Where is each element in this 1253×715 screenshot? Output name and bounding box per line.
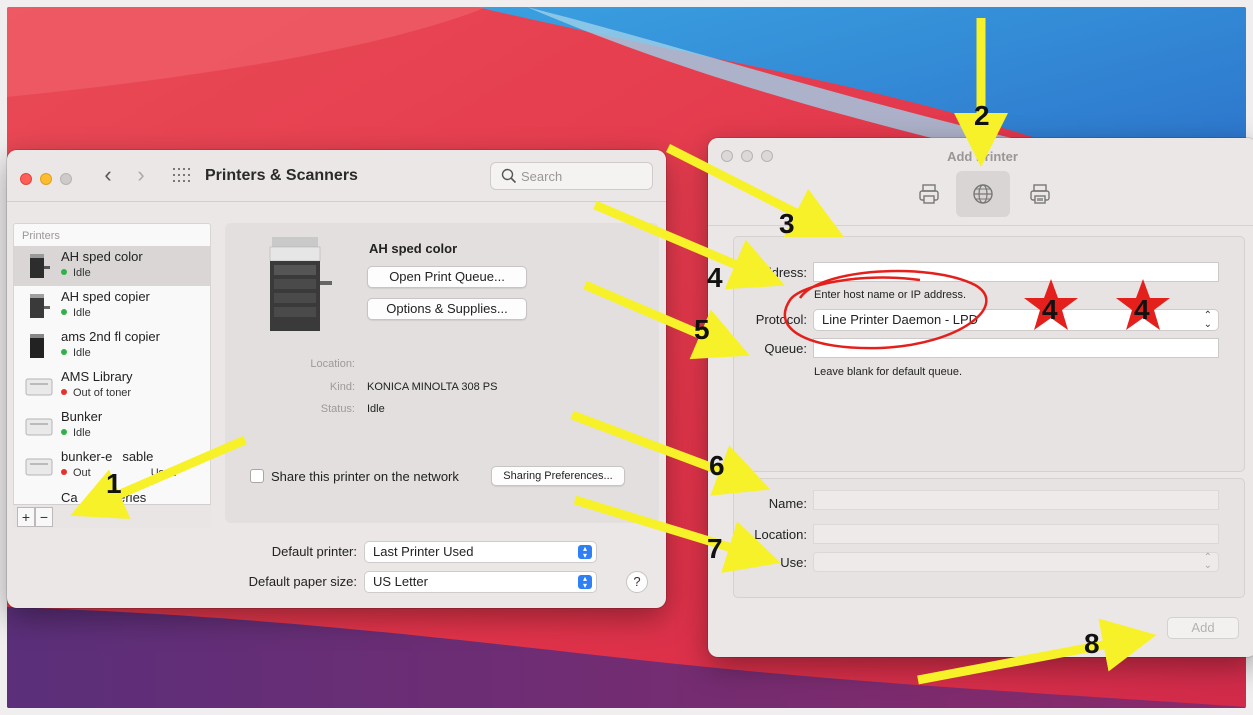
laser-printer-icon: [25, 418, 53, 436]
chevron-updown-icon: ⌃ ⌄: [1203, 310, 1212, 330]
location-label: Location:: [310, 358, 355, 370]
step-number: 3: [779, 208, 795, 239]
printer-name: AH sped color: [369, 241, 458, 256]
default-paper-select[interactable]: US Letter ▴ ▾: [364, 571, 597, 593]
help-button[interactable]: ?: [626, 571, 648, 593]
laser-printer-icon: [25, 458, 53, 476]
connection-settings-box: Address: Enter host name or IP address. …: [733, 236, 1245, 472]
add-button[interactable]: Add: [1167, 617, 1239, 639]
step-number: 2: [974, 100, 990, 131]
open-print-queue-button[interactable]: Open Print Queue...: [367, 266, 527, 288]
sidebar-header: Printers: [22, 230, 60, 242]
chevron-updown-icon: ⌃ ⌄: [1203, 552, 1212, 571]
step-number: 6: [709, 450, 725, 481]
window-title: Add Printer: [947, 149, 1018, 164]
status-dot: [61, 349, 67, 355]
title-bar: ‹ › Printers & Scanners Search: [7, 150, 666, 202]
zoom-button[interactable]: [60, 173, 72, 185]
printer-item[interactable]: AH sped copier Idle: [14, 286, 210, 326]
status-dot: [61, 429, 67, 435]
queue-hint: Leave blank for default queue.: [814, 366, 963, 378]
step-number: 5: [694, 314, 710, 345]
queue-input[interactable]: [813, 338, 1219, 358]
sidebar-footer: + −: [13, 504, 211, 528]
kind-label: Kind:: [329, 381, 355, 393]
laser-printer-icon: [25, 378, 53, 396]
chevron-updown-icon: ▴ ▾: [578, 575, 592, 590]
ip-tab[interactable]: [956, 171, 1010, 217]
default-printer-label: Default printer:: [271, 544, 357, 559]
back-chevron-icon[interactable]: ‹: [97, 163, 119, 189]
location-input[interactable]: [813, 524, 1219, 544]
close-button[interactable]: [20, 173, 32, 185]
search-field[interactable]: Search: [490, 162, 653, 190]
printer-item[interactable]: AH sped color Idle: [14, 246, 210, 286]
use-label: Use:: [780, 555, 807, 570]
address-label: Address:: [755, 265, 807, 280]
search-icon: [501, 168, 517, 184]
window-controls: [20, 173, 72, 185]
status-dot: [61, 309, 67, 315]
printer-info-box: Name: Location: Use: ⌃ ⌄: [733, 478, 1245, 598]
protocol-label: Protocol:: [755, 312, 807, 327]
show-all-grid-icon[interactable]: [173, 168, 191, 184]
queue-label: Queue:: [764, 341, 807, 356]
printer-item[interactable]: ams 2nd fl copier Idle: [14, 326, 210, 366]
printer-windows-icon: [1030, 184, 1050, 204]
options-supplies-button[interactable]: Options & Supplies...: [367, 298, 527, 320]
copier-icon: [30, 294, 50, 318]
star-number: 4: [1042, 294, 1058, 325]
step-number: 1: [106, 468, 122, 499]
star-number: 4: [1134, 294, 1150, 325]
add-printer-button[interactable]: +: [17, 507, 35, 527]
sharing-preferences-button[interactable]: Sharing Preferences...: [491, 466, 625, 486]
chevron-updown-icon: ▴ ▾: [578, 545, 592, 560]
copier-image: [269, 237, 332, 331]
address-input[interactable]: [813, 262, 1219, 282]
status-value: Idle: [367, 403, 385, 415]
share-printer-label: Share this printer on the network: [271, 469, 459, 484]
minimize-button[interactable]: [40, 173, 52, 185]
copier-icon: [30, 254, 50, 278]
remove-printer-button[interactable]: −: [35, 507, 53, 527]
window-title: Printers & Scanners: [205, 167, 358, 184]
forward-chevron-icon[interactable]: ›: [130, 163, 152, 189]
default-printers-tab[interactable]: [902, 171, 956, 217]
name-input[interactable]: [813, 490, 1219, 510]
address-hint: Enter host name or IP address.: [814, 289, 967, 301]
search-placeholder: Search: [521, 169, 563, 184]
status-dot: [61, 389, 67, 395]
location-label: Location:: [754, 527, 807, 542]
use-select[interactable]: ⌃ ⌄: [813, 552, 1219, 572]
default-printer-select[interactable]: Last Printer Used ▴ ▾: [364, 541, 597, 563]
copier-icon: [30, 334, 44, 358]
step-number: 8: [1084, 628, 1100, 659]
step-number: 7: [707, 533, 723, 564]
printer-icon: [919, 184, 939, 204]
name-label: Name:: [768, 496, 807, 511]
kind-value: KONICA MINOLTA 308 PS: [367, 381, 498, 393]
share-printer-checkbox[interactable]: [250, 469, 264, 483]
windows-tab[interactable]: [1013, 171, 1067, 217]
default-paper-label: Default paper size:: [248, 574, 357, 589]
printer-detail-panel: AH sped color Open Print Queue... Option…: [225, 223, 659, 523]
printer-item[interactable]: AMS Library Out of toner: [14, 366, 210, 406]
status-dot: [61, 469, 67, 475]
step-number: 4: [707, 262, 723, 293]
status-dot: [61, 269, 67, 275]
printer-item[interactable]: Bunker Idle: [14, 406, 210, 446]
protocol-select[interactable]: Line Printer Daemon - LPD ⌃ ⌄: [813, 309, 1219, 331]
globe-icon: [973, 184, 993, 204]
printers-scanners-window: ‹ › Printers & Scanners Search Printers …: [7, 150, 666, 608]
status-label: Status:: [320, 403, 355, 415]
